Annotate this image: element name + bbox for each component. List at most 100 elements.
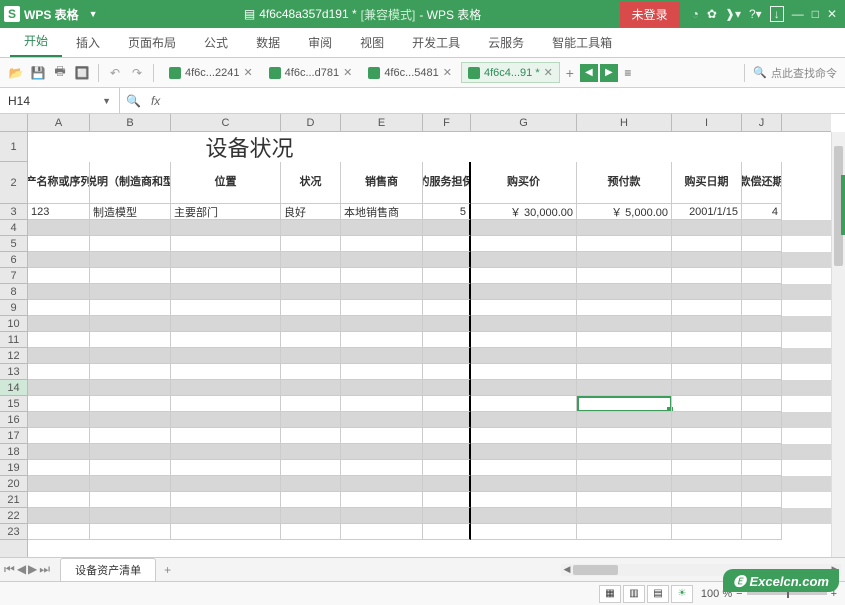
cell-F21[interactable] <box>423 492 471 508</box>
cell-B3[interactable]: 制造模型 <box>90 204 171 220</box>
cell-E8[interactable] <box>341 284 423 300</box>
scroll-left-icon[interactable]: ◀ <box>561 564 573 576</box>
cell-C18[interactable] <box>171 444 281 460</box>
cell-C13[interactable] <box>171 364 281 380</box>
header-status[interactable]: 状况 <box>281 162 341 204</box>
cell-A3[interactable]: 123 <box>28 204 90 220</box>
cell-E14[interactable] <box>341 380 423 396</box>
cell-E16[interactable] <box>341 412 423 428</box>
header-warranty[interactable]: 剩余的服务担保年限 <box>423 162 471 204</box>
cell-B18[interactable] <box>90 444 171 460</box>
cell-D4[interactable] <box>281 220 341 236</box>
cell-A12[interactable] <box>28 348 90 364</box>
cell-G11[interactable] <box>471 332 577 348</box>
row-3[interactable]: 3 <box>0 204 27 220</box>
cell-D11[interactable] <box>281 332 341 348</box>
last-sheet-icon[interactable]: ⏭ <box>39 562 50 577</box>
cell-I13[interactable] <box>672 364 742 380</box>
cell-B13[interactable] <box>90 364 171 380</box>
cell-E13[interactable] <box>341 364 423 380</box>
row-22[interactable]: 22 <box>0 508 27 524</box>
row-18[interactable]: 18 <box>0 444 27 460</box>
cell-H8[interactable] <box>577 284 672 300</box>
cell-A22[interactable] <box>28 508 90 524</box>
cell-G17[interactable] <box>471 428 577 444</box>
cell-D12[interactable] <box>281 348 341 364</box>
collapse-ribbon-icon[interactable]: ↓ <box>770 6 784 22</box>
cell-J6[interactable] <box>742 252 782 268</box>
spreadsheet-grid[interactable]: A B C D E F G H I J 12345678910111213141… <box>0 114 845 557</box>
cell-B14[interactable] <box>90 380 171 396</box>
cell-E10[interactable] <box>341 316 423 332</box>
row-10[interactable]: 10 <box>0 316 27 332</box>
cell-J3[interactable]: 4 <box>742 204 782 220</box>
side-panel-handle[interactable] <box>841 175 845 235</box>
cell-H21[interactable] <box>577 492 672 508</box>
skin-icon[interactable]: ◔ <box>692 7 699 21</box>
cell-F19[interactable] <box>423 460 471 476</box>
cell-I17[interactable] <box>672 428 742 444</box>
doc-tab-1[interactable]: 4f6c...2241✕ <box>162 62 260 83</box>
formula-area[interactable]: 🔍 fx <box>120 88 845 113</box>
cell-E7[interactable] <box>341 268 423 284</box>
cell-I7[interactable] <box>672 268 742 284</box>
cell-B12[interactable] <box>90 348 171 364</box>
cell-F22[interactable] <box>423 508 471 524</box>
cell-I18[interactable] <box>672 444 742 460</box>
open-icon[interactable]: 📂 <box>8 65 24 81</box>
add-tab-icon[interactable]: + <box>562 65 578 81</box>
header-price[interactable]: 购买价 <box>471 162 577 204</box>
cell-E23[interactable] <box>341 524 423 540</box>
cell-B20[interactable] <box>90 476 171 492</box>
undo-icon[interactable]: ↶ <box>107 65 123 81</box>
cell-G7[interactable] <box>471 268 577 284</box>
cell-I5[interactable] <box>672 236 742 252</box>
cell-G12[interactable] <box>471 348 577 364</box>
row-20[interactable]: 20 <box>0 476 27 492</box>
cell-F6[interactable] <box>423 252 471 268</box>
cell-C11[interactable] <box>171 332 281 348</box>
cell-H11[interactable] <box>577 332 672 348</box>
cell-B11[interactable] <box>90 332 171 348</box>
row-17[interactable]: 17 <box>0 428 27 444</box>
cell-F11[interactable] <box>423 332 471 348</box>
row-19[interactable]: 19 <box>0 460 27 476</box>
cell-J9[interactable] <box>742 300 782 316</box>
cell-I16[interactable] <box>672 412 742 428</box>
scrollbar-thumb[interactable] <box>573 565 618 575</box>
cell-H23[interactable] <box>577 524 672 540</box>
cell-G5[interactable] <box>471 236 577 252</box>
header-loan[interactable]: 贷款偿还期限 <box>742 162 782 204</box>
cell-E3[interactable]: 本地销售商 <box>341 204 423 220</box>
cell-G9[interactable] <box>471 300 577 316</box>
cell-J8[interactable] <box>742 284 782 300</box>
cell-G20[interactable] <box>471 476 577 492</box>
cell-J14[interactable] <box>742 380 782 396</box>
cell-F13[interactable] <box>423 364 471 380</box>
prev-sheet-icon[interactable]: ◀ <box>17 562 26 577</box>
cell-E4[interactable] <box>341 220 423 236</box>
col-B[interactable]: B <box>90 114 171 131</box>
close-icon[interactable]: ✕ <box>827 7 837 21</box>
cell-E9[interactable] <box>341 300 423 316</box>
chevron-down-icon[interactable]: ▼ <box>102 96 111 106</box>
cell-E11[interactable] <box>341 332 423 348</box>
tab-review[interactable]: 审阅 <box>294 28 346 57</box>
cell-I11[interactable] <box>672 332 742 348</box>
help-question-icon[interactable]: ?▾ <box>749 7 762 21</box>
cell-H22[interactable] <box>577 508 672 524</box>
print-preview-icon[interactable]: 🔲 <box>74 65 90 81</box>
cell-D3[interactable]: 良好 <box>281 204 341 220</box>
next-sheet-icon[interactable]: ▶ <box>28 562 37 577</box>
header-location[interactable]: 位置 <box>171 162 281 204</box>
cell-I10[interactable] <box>672 316 742 332</box>
cell-D15[interactable] <box>281 396 341 412</box>
row-7[interactable]: 7 <box>0 268 27 284</box>
sheet-title[interactable]: 设备状况 <box>28 132 471 162</box>
row-1[interactable]: 1 <box>0 132 27 162</box>
tab-start[interactable]: 开始 <box>10 26 62 57</box>
row-8[interactable]: 8 <box>0 284 27 300</box>
cell-E15[interactable] <box>341 396 423 412</box>
cell-J11[interactable] <box>742 332 782 348</box>
cell-E6[interactable] <box>341 252 423 268</box>
